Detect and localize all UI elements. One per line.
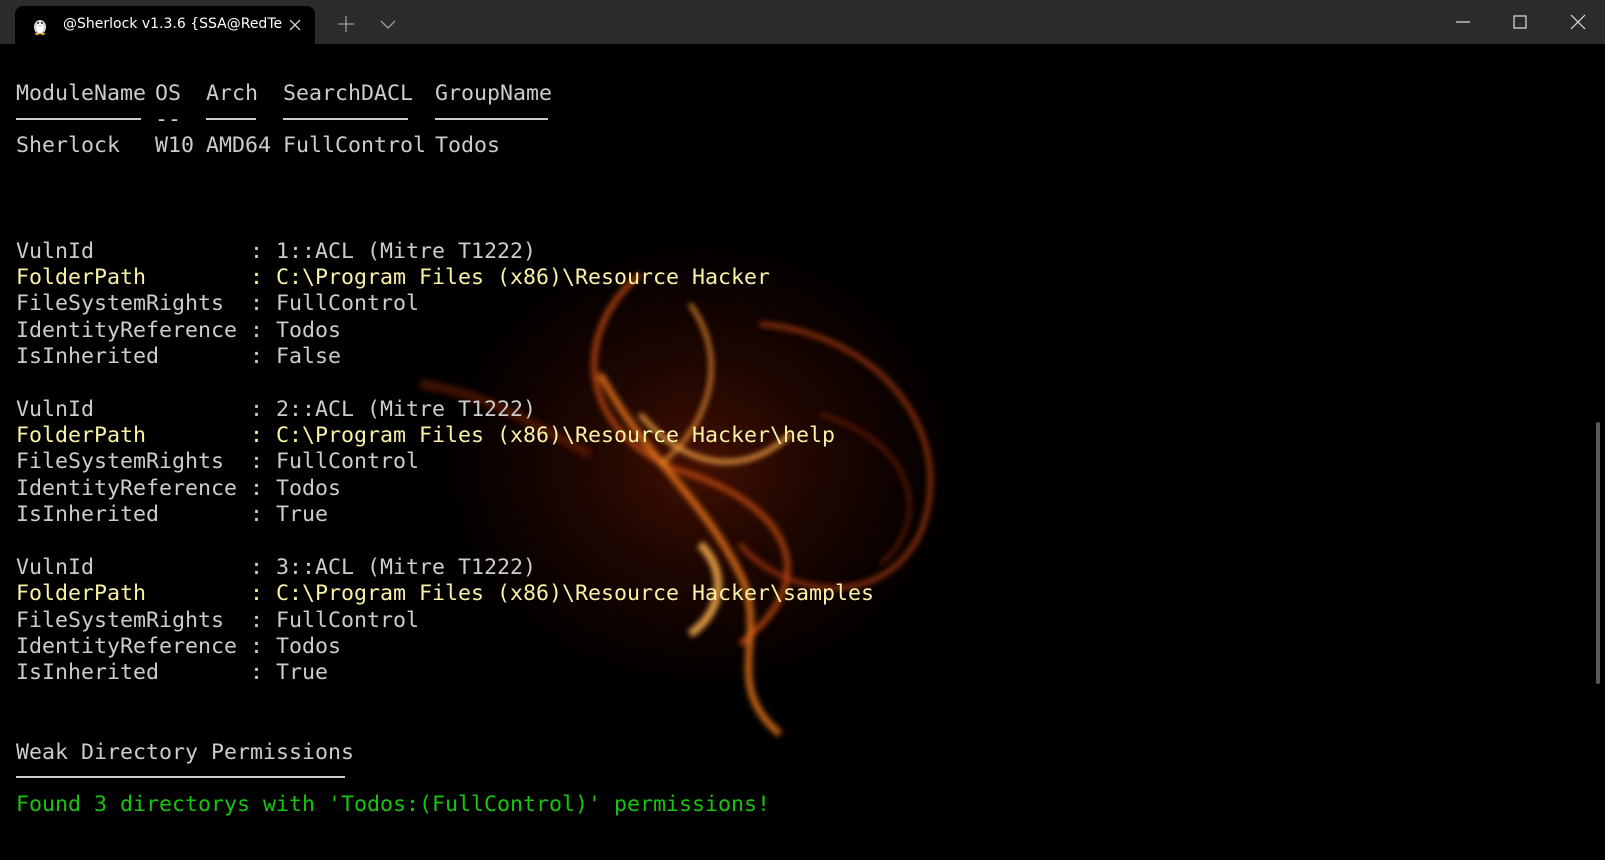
record-2-vulnid: VulnId : 2::ACL (Mitre T1222)	[16, 397, 537, 422]
record-2-inherited: IsInherited : True	[16, 502, 329, 527]
tab-sherlock[interactable]: @Sherlock v1.3.6 {SSA@RedTea	[15, 6, 315, 44]
cell-os: W10	[155, 133, 195, 158]
record-3-identity: IdentityReference : Todos	[16, 634, 342, 659]
cell-modulename: Sherlock	[16, 133, 121, 158]
record-2-folderpath: FolderPath : C:\Program Files (x86)\Reso…	[16, 423, 836, 448]
section-title: Weak Directory Permissions	[16, 740, 355, 765]
scrollbar-thumb[interactable]	[1596, 422, 1600, 684]
section-title-underline	[16, 776, 345, 778]
penguin-icon	[34, 20, 46, 35]
close-window-icon[interactable]	[1566, 10, 1590, 34]
record-1-rights: FileSystemRights : FullControl	[16, 291, 420, 316]
record-2-rights: FileSystemRights : FullControl	[16, 449, 420, 474]
column-underline	[16, 118, 141, 120]
terminal-output[interactable]: ModuleName OS Arch SearchDACL GroupName …	[0, 44, 1605, 860]
minimize-icon[interactable]	[1451, 10, 1475, 34]
column-header-modulename: ModuleName	[16, 81, 147, 106]
new-tab-icon[interactable]	[336, 14, 356, 34]
column-underline	[206, 118, 256, 120]
record-2-identity: IdentityReference : Todos	[16, 476, 342, 501]
record-3-folderpath: FolderPath : C:\Program Files (x86)\Reso…	[16, 581, 875, 606]
cell-arch: AMD64	[206, 133, 272, 158]
tab-title: @Sherlock v1.3.6 {SSA@RedTea	[63, 16, 283, 32]
title-bar: @Sherlock v1.3.6 {SSA@RedTea	[0, 0, 1605, 44]
column-underline	[435, 118, 548, 120]
record-1-identity: IdentityReference : Todos	[16, 318, 342, 343]
column-header-arch: Arch	[206, 81, 259, 106]
record-3-rights: FileSystemRights : FullControl	[16, 608, 420, 633]
column-underline	[283, 118, 408, 120]
cell-searchdacl: FullControl	[283, 133, 427, 158]
close-tab-icon[interactable]	[287, 17, 303, 33]
record-1-folderpath: FolderPath : C:\Program Files (x86)\Reso…	[16, 265, 771, 290]
background-flame-image	[400, 214, 1000, 737]
column-header-os: OS	[155, 81, 182, 106]
column-header-searchdacl: SearchDACL	[283, 81, 414, 106]
chevron-down-icon[interactable]	[378, 14, 398, 34]
record-1-vulnid: VulnId : 1::ACL (Mitre T1222)	[16, 239, 537, 264]
record-3-inherited: IsInherited : True	[16, 660, 329, 685]
record-3-vulnid: VulnId : 3::ACL (Mitre T1222)	[16, 555, 537, 580]
column-header-groupname: GroupName	[435, 81, 553, 106]
result-message: Found 3 directorys with 'Todos:(FullCont…	[16, 792, 771, 817]
column-separator-os: --	[155, 107, 182, 132]
maximize-icon[interactable]	[1508, 10, 1532, 34]
cell-groupname: Todos	[435, 133, 501, 158]
record-1-inherited: IsInherited : False	[16, 344, 342, 369]
